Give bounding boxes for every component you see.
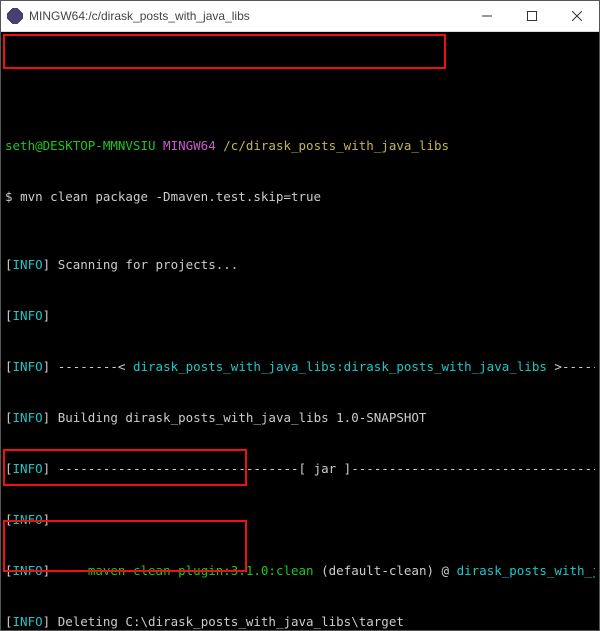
log-line: [INFO] Building dirask_posts_with_java_l… xyxy=(5,409,595,426)
command-line: $ mvn clean package -Dmaven.test.skip=tr… xyxy=(5,188,595,205)
titlebar: MINGW64:/c/dirask_posts_with_java_libs xyxy=(1,1,599,32)
prompt-line-1: seth@DESKTOP-MMNVSIU MINGW64 /c/dirask_p… xyxy=(5,137,595,154)
log-line: [INFO] --------------------------------[… xyxy=(5,460,595,477)
prompt-sigil: $ xyxy=(5,189,13,204)
highlight-command xyxy=(3,34,446,69)
minimize-button[interactable] xyxy=(464,1,509,31)
log-line: [INFO] --------< dirask_posts_with_java_… xyxy=(5,358,595,375)
log-line: [INFO] xyxy=(5,511,595,528)
maximize-button[interactable] xyxy=(509,1,554,31)
gitbash-icon xyxy=(7,8,23,24)
terminal[interactable]: seth@DESKTOP-MMNVSIU MINGW64 /c/dirask_p… xyxy=(1,32,599,630)
window: MINGW64:/c/dirask_posts_with_java_libs s… xyxy=(0,0,600,631)
close-button[interactable] xyxy=(554,1,599,31)
prompt-env: MINGW64 xyxy=(163,138,216,153)
log-line: [INFO] --- maven-clean-plugin:3.1.0:clea… xyxy=(5,562,595,579)
prompt-user: seth@DESKTOP-MMNVSIU xyxy=(5,138,156,153)
window-buttons xyxy=(464,1,599,31)
window-title: MINGW64:/c/dirask_posts_with_java_libs xyxy=(29,9,250,23)
prompt-path: /c/dirask_posts_with_java_libs xyxy=(223,138,449,153)
title-left: MINGW64:/c/dirask_posts_with_java_libs xyxy=(1,8,250,24)
command-text: mvn clean package -Dmaven.test.skip=true xyxy=(20,189,321,204)
log-line: [INFO] Scanning for projects... xyxy=(5,256,595,273)
log-line: [INFO] Deleting C:\dirask_posts_with_jav… xyxy=(5,613,595,630)
log-line: [INFO] xyxy=(5,307,595,324)
